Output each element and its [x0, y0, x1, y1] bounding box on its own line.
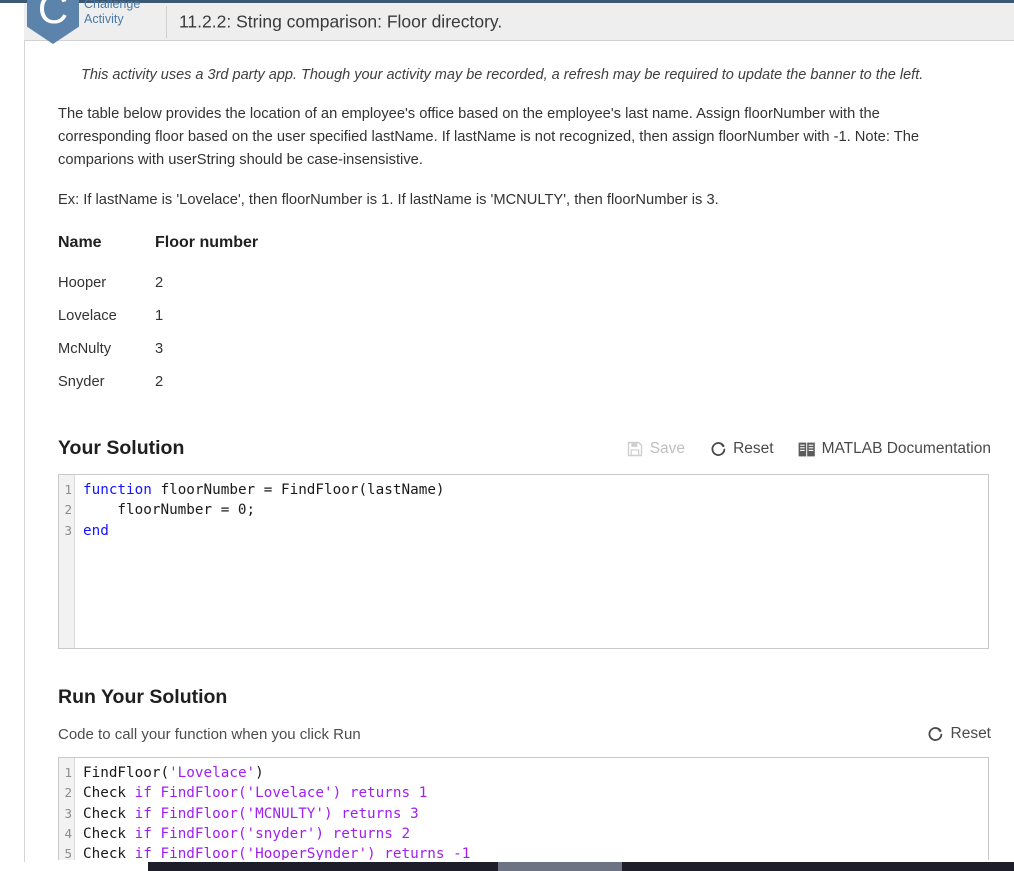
solution-toolbar: Save Reset: [626, 440, 991, 460]
code-token: function: [83, 482, 152, 498]
matlab-documentation-link[interactable]: MATLAB Documentation: [798, 440, 991, 458]
challenge-activity-label-line2: Activity: [84, 12, 154, 27]
line-number: 4: [59, 824, 74, 844]
save-button-label: Save: [650, 440, 685, 458]
code-token: floorNumber = 0;: [83, 502, 255, 518]
code-line: end: [83, 521, 988, 541]
cell-floor: 2: [155, 365, 355, 398]
line-number: 1: [59, 480, 74, 500]
activity-description: The table below provides the location of…: [25, 103, 1014, 172]
table-header-row: Name Floor number: [58, 234, 355, 266]
column-header-floor: Floor number: [155, 234, 355, 266]
your-solution-section: Your Solution Save: [58, 436, 991, 460]
line-number: 2: [59, 500, 74, 520]
column-header-name: Name: [58, 234, 155, 266]
cell-name: Snyder: [58, 365, 155, 398]
table-row: Hooper 2: [58, 266, 355, 299]
run-code-editor[interactable]: 1 2 3 4 5 FindFloor('Lovelace')Check if …: [58, 757, 989, 860]
scrollbar-thumb[interactable]: [498, 862, 622, 871]
code-line: FindFloor('Lovelace'): [83, 763, 988, 783]
code-line: Check if FindFloor('snyder') returns 2: [83, 824, 988, 844]
code-line: floorNumber = 0;: [83, 500, 988, 520]
refresh-icon: [927, 725, 945, 743]
run-your-solution-section: Run Your Solution: [58, 685, 991, 709]
activity-header-bar: Challenge Activity 11.2.2: String compar…: [24, 3, 1014, 41]
code-token: Check: [83, 806, 135, 822]
save-button[interactable]: Save: [626, 440, 685, 458]
code-token: Check: [83, 826, 135, 842]
code-line: function floorNumber = FindFloor(lastNam…: [83, 480, 988, 500]
cell-name: Hooper: [58, 266, 155, 299]
cell-name: McNulty: [58, 332, 155, 365]
line-number: 3: [59, 521, 74, 541]
activity-title: 11.2.2: String comparison: Floor directo…: [179, 11, 502, 32]
run-code-text[interactable]: FindFloor('Lovelace')Check if FindFloor(…: [75, 758, 988, 860]
code-token: floorNumber = FindFloor(lastName): [152, 482, 445, 498]
your-solution-title: Your Solution: [58, 436, 184, 460]
code-token: if FindFloor('snyder') returns 2: [135, 826, 410, 842]
challenge-activity-label: Challenge Activity: [84, 0, 154, 27]
code-token: end: [83, 523, 109, 539]
cell-floor: 2: [155, 266, 355, 299]
line-number: 5: [59, 844, 74, 860]
reset-solution-button[interactable]: Reset: [709, 440, 774, 458]
table-body: Hooper 2 Lovelace 1 McNulty 3 Snyder 2: [58, 266, 355, 398]
line-number: 1: [59, 763, 74, 783]
line-number: 2: [59, 783, 74, 803]
table-row: Snyder 2: [58, 365, 355, 398]
code-line: Check if FindFloor('Lovelace') returns 1: [83, 783, 988, 803]
solution-code-text[interactable]: function floorNumber = FindFloor(lastNam…: [75, 475, 988, 648]
code-token: Check: [83, 785, 135, 801]
header-divider: [166, 6, 167, 38]
run-your-solution-subtitle: Code to call your function when you clic…: [58, 726, 361, 743]
code-token: if FindFloor('HooperSynder') returns -1: [135, 846, 471, 860]
code-token: if FindFloor('Lovelace') returns 1: [135, 785, 428, 801]
reset-solution-label: Reset: [733, 440, 774, 458]
cell-name: Lovelace: [58, 299, 155, 332]
table-row: Lovelace 1: [58, 299, 355, 332]
badge-letter: C: [27, 0, 79, 30]
book-icon: [798, 440, 816, 458]
run-your-solution-title: Run Your Solution: [58, 685, 991, 709]
challenge-activity-label-line1: Challenge: [84, 0, 154, 12]
horizontal-scrollbar[interactable]: [0, 862, 1014, 871]
solution-code-editor[interactable]: 1 2 3 function floorNumber = FindFloor(l…: [58, 474, 989, 649]
refresh-icon: [709, 440, 727, 458]
cell-floor: 1: [155, 299, 355, 332]
floppy-disk-icon: [626, 440, 644, 458]
third-party-notice: This activity uses a 3rd party app. Thou…: [25, 66, 1014, 85]
matlab-documentation-label: MATLAB Documentation: [822, 440, 991, 458]
run-line-numbers: 1 2 3 4 5: [59, 758, 75, 860]
code-token: Check: [83, 846, 135, 860]
activity-content: This activity uses a 3rd party app. Thou…: [25, 42, 1014, 860]
code-token: 'Lovelace': [169, 765, 255, 781]
code-line: Check if FindFloor('HooperSynder') retur…: [83, 844, 988, 860]
reset-run-button[interactable]: Reset: [927, 725, 992, 743]
table-row: McNulty 3: [58, 332, 355, 365]
line-number: 3: [59, 804, 74, 824]
code-token: ): [255, 765, 264, 781]
reset-run-label: Reset: [951, 725, 992, 743]
cell-floor: 3: [155, 332, 355, 365]
activity-example: Ex: If lastName is 'Lovelace', then floo…: [25, 189, 1014, 212]
code-token: FindFloor(: [83, 765, 169, 781]
code-token: if FindFloor('MCNULTY') returns 3: [135, 806, 419, 822]
run-subtitle-row: Code to call your function when you clic…: [58, 725, 991, 743]
solution-line-numbers: 1 2 3: [59, 475, 75, 648]
code-line: Check if FindFloor('MCNULTY') returns 3: [83, 804, 988, 824]
floor-directory-table: Name Floor number Hooper 2 Lovelace 1 Mc…: [58, 234, 355, 398]
